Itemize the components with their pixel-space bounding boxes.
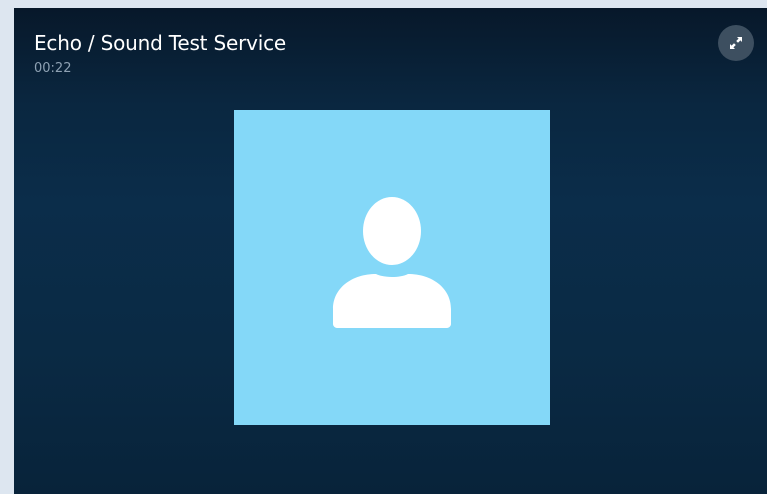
- call-window: Echo / Sound Test Service 00:22: [14, 8, 767, 494]
- call-header: Echo / Sound Test Service 00:22: [14, 8, 767, 88]
- call-title: Echo / Sound Test Service: [34, 31, 286, 55]
- expand-arrows-icon: [730, 37, 742, 49]
- expand-button[interactable]: [718, 25, 754, 61]
- avatar-tile: [234, 110, 550, 425]
- person-silhouette-icon: [333, 197, 451, 328]
- call-duration: 00:22: [34, 61, 72, 76]
